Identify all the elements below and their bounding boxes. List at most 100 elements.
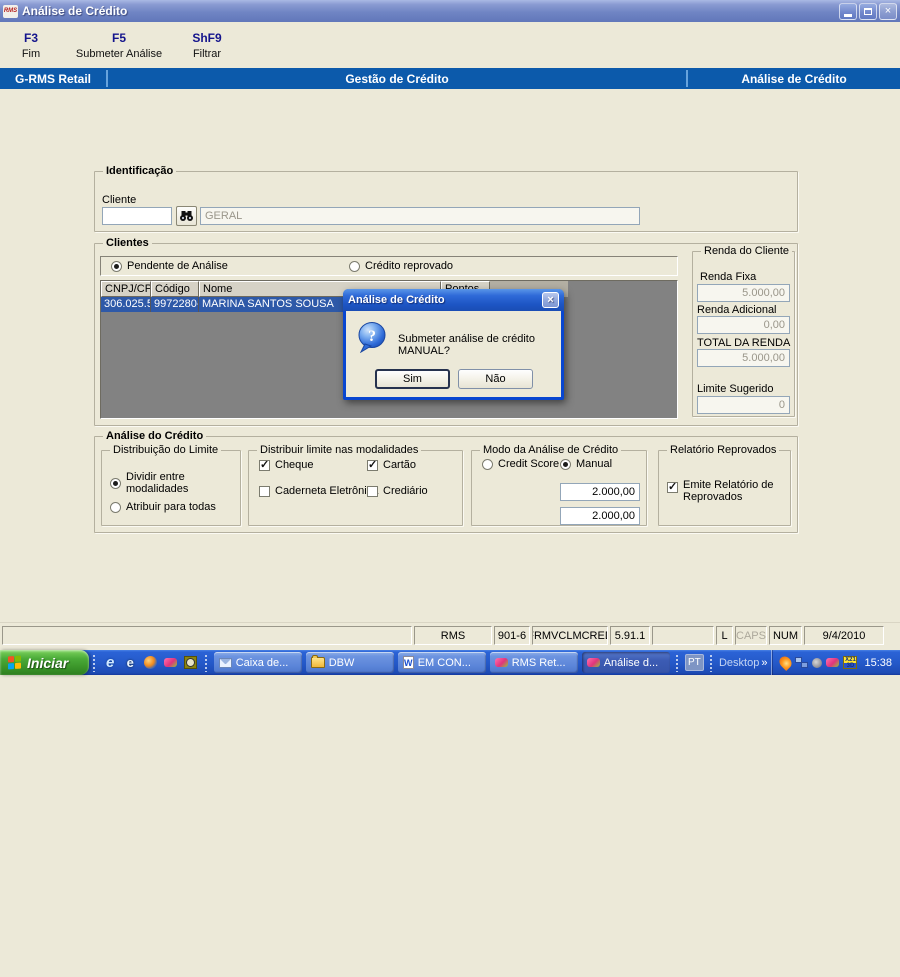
taskbar-task-dbw[interactable]: DBW xyxy=(305,652,394,673)
toolbar-item-fim[interactable]: F3 Fim xyxy=(0,22,62,68)
checkbox-caderneta[interactable]: Caderneta Eletrônica xyxy=(259,485,378,497)
x3d-icon[interactable]: X21 3D xyxy=(843,656,858,669)
question-icon: ? xyxy=(358,322,386,353)
restore-button[interactable] xyxy=(859,2,877,20)
client-filter-panel: Pendente de Análise Crédito reprovado xyxy=(100,256,678,276)
renda-fixa-field: 5.000,00 xyxy=(697,284,790,302)
taskbar-task-analise[interactable]: Análise d... xyxy=(581,652,670,673)
toolbar-item-submeter-analise[interactable]: F5 Submeter Análise xyxy=(62,22,176,68)
status-date: 9/4/2010 xyxy=(804,626,884,645)
group-modo-title: Modo da Análise de Crédito xyxy=(480,444,622,456)
breadcrumb-bar: G-RMS Retail Gestão de Crédito Análise d… xyxy=(0,68,900,89)
word-icon: W xyxy=(402,656,414,669)
renda-adicional-field: 0,00 xyxy=(697,316,790,334)
checkbox-cheque[interactable]: Cheque xyxy=(259,458,314,471)
radio-credit-score[interactable]: Credit Score xyxy=(482,458,559,470)
toolbar-item-filtrar[interactable]: ShF9 Filtrar xyxy=(176,22,238,68)
cliente-label: Cliente xyxy=(102,194,137,206)
radio-manual-label: Manual xyxy=(576,458,613,470)
outlook-icon[interactable]: e xyxy=(123,655,138,670)
ie-icon[interactable]: e xyxy=(103,654,118,671)
checkbox-crediario-icon xyxy=(367,485,378,497)
task-label: Caixa de... xyxy=(235,656,289,669)
checkbox-emite-relatorio[interactable]: Emite Relatório de Reprovados xyxy=(667,479,778,503)
search-client-button[interactable] xyxy=(176,206,197,226)
taskbar-clock: 15:38 xyxy=(864,656,892,669)
limite-sugerido-label: Limite Sugerido xyxy=(697,383,774,395)
group-distribuicao-limite: Distribuição do Limite Dividir entre mod… xyxy=(101,444,241,526)
radio-dividir-label: Dividir entre modalidades xyxy=(126,471,189,495)
windows-flag-icon xyxy=(8,655,22,670)
group-renda-title: Renda do Cliente xyxy=(701,245,793,257)
desktop-toolbar-label[interactable]: Desktop xyxy=(719,657,759,669)
radio-atribuir-label: Atribuir para todas xyxy=(126,501,216,513)
checkbox-cheque-label: Cheque xyxy=(275,459,314,471)
radio-manual[interactable]: Manual xyxy=(560,458,612,470)
chevron-icon[interactable]: » xyxy=(761,657,767,669)
cell-cnpj: 306.025.558 xyxy=(101,297,151,312)
cliente-code-input[interactable] xyxy=(102,207,172,225)
no-button[interactable]: Não xyxy=(458,369,533,389)
status-code: 901-6 xyxy=(494,626,530,645)
media-player-icon[interactable] xyxy=(143,655,158,670)
function-key-toolbar: F3 Fim F5 Submeter Análise ShF9 Filtrar xyxy=(0,22,900,68)
status-flag-l: L xyxy=(716,626,733,645)
toolbar-label-filtrar: Filtrar xyxy=(192,47,222,60)
start-button[interactable]: Iniciar xyxy=(0,650,89,675)
network-icon[interactable] xyxy=(795,657,809,668)
limite-total-input[interactable]: 2.000,00 xyxy=(560,483,640,501)
group-clientes-title: Clientes xyxy=(103,237,152,249)
scheduler-icon[interactable] xyxy=(183,655,198,670)
total-renda-field: 5.000,00 xyxy=(697,349,790,367)
window-title: Análise de Crédito xyxy=(22,4,128,18)
renda-fixa-label: Renda Fixa xyxy=(700,271,757,283)
radio-dividir-modalidades[interactable]: Dividir entre modalidades xyxy=(110,471,240,495)
limite-mensal-input[interactable]: 2.000,00 xyxy=(560,507,640,525)
radio-atribuir-todas[interactable]: Atribuir para todas xyxy=(110,501,216,513)
dialog-message: Submeter análise de crédito MANUAL? xyxy=(398,333,535,357)
close-button[interactable]: × xyxy=(879,2,897,20)
svg-text:?: ? xyxy=(368,328,376,345)
taskbar-task-rms-ret[interactable]: RMS Ret... xyxy=(489,652,578,673)
taskbar-task-em-con[interactable]: W EM CON... xyxy=(397,652,486,673)
folder-icon xyxy=(310,655,325,668)
rms-icon xyxy=(494,658,508,667)
task-label: RMS Ret... xyxy=(511,656,566,669)
column-codigo[interactable]: Código xyxy=(151,281,199,297)
system-tray: X21 3D 15:38 xyxy=(771,650,900,675)
close-icon: × xyxy=(884,4,892,17)
minimize-icon xyxy=(844,13,852,17)
language-indicator[interactable]: PT xyxy=(684,654,704,671)
task-label: DBW xyxy=(328,656,355,669)
checkbox-crediario[interactable]: Crediário xyxy=(367,485,428,497)
group-identificacao-title: Identificação xyxy=(103,165,177,177)
dialog-close-button[interactable]: × xyxy=(542,292,559,308)
column-cnpj-cpf[interactable]: CNPJ/CPF xyxy=(101,281,151,297)
radio-credito-reprovado[interactable]: Crédito reprovado xyxy=(349,260,453,272)
rms-icon xyxy=(586,658,600,667)
flame-icon[interactable] xyxy=(777,654,795,671)
minimize-button[interactable] xyxy=(839,2,857,20)
rms-icon[interactable] xyxy=(163,655,178,670)
mail-icon xyxy=(218,657,232,668)
radio-pendente-analise[interactable]: Pendente de Análise xyxy=(111,260,341,272)
window-titlebar[interactable]: RMS Análise de Crédito × xyxy=(0,0,900,22)
taskbar-separator xyxy=(91,653,97,672)
restore-icon xyxy=(864,7,872,15)
start-button-label: Iniciar xyxy=(27,654,69,671)
module-title: Gestão de Crédito xyxy=(345,71,449,86)
checkbox-caderneta-icon xyxy=(259,485,270,497)
group-distribuicao-title: Distribuição do Limite xyxy=(110,444,222,456)
dialog-titlebar[interactable]: Análise de Crédito × xyxy=(343,289,564,311)
checkbox-emite-relatorio-label: Emite Relatório de Reprovados xyxy=(683,479,774,503)
volume-icon[interactable] xyxy=(812,657,823,668)
group-relatorio-title: Relatório Reprovados xyxy=(667,444,780,456)
renda-adicional-label: Renda Adicional xyxy=(697,304,777,316)
checkbox-caderneta-label: Caderneta Eletrônica xyxy=(275,485,379,497)
taskbar-task-caixa[interactable]: Caixa de... xyxy=(213,652,302,673)
yes-button[interactable]: Sim xyxy=(375,369,450,389)
checkbox-cartao[interactable]: Cartão xyxy=(367,458,416,471)
toolbar-label-fim: Fim xyxy=(21,47,41,60)
rms-tray-icon[interactable] xyxy=(826,658,840,667)
status-form-name: FRMVCLMCRED xyxy=(532,626,608,645)
